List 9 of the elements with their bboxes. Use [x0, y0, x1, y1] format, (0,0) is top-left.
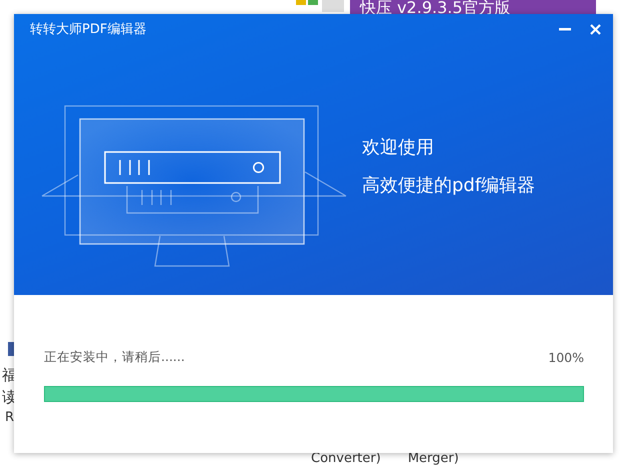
- desktop-text: Converter): [311, 451, 381, 466]
- status-text: 正在安装中，请稍后......: [44, 349, 185, 366]
- welcome-text: 欢迎使用: [362, 136, 435, 158]
- desktop-text: R: [5, 410, 16, 425]
- welcome-text: 高效便捷的pdf编辑器: [362, 174, 536, 196]
- close-icon: [590, 24, 600, 34]
- desktop-text: Merger): [408, 451, 459, 466]
- window-title: 转转大师PDF编辑器: [30, 21, 148, 38]
- progress-percent: 100%: [548, 350, 584, 365]
